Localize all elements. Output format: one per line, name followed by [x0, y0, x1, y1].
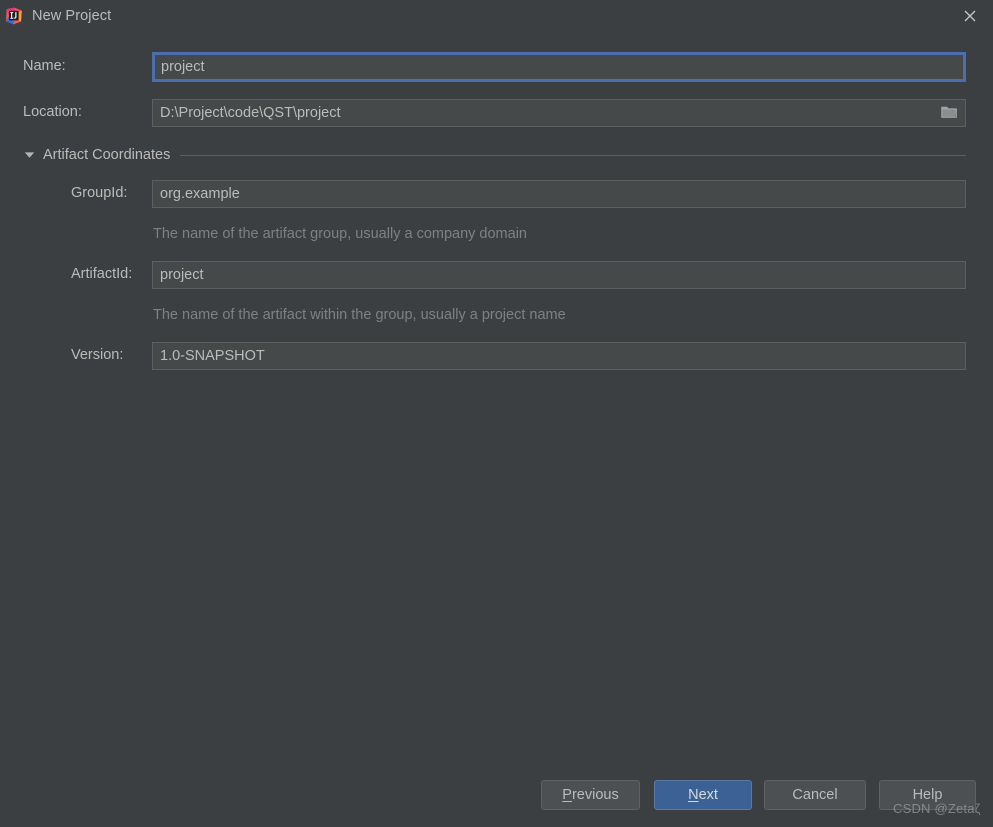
browse-location-button[interactable] — [933, 100, 965, 126]
artifactid-label-row: ArtifactId: — [71, 266, 132, 282]
artifactid-label: ArtifactId: — [71, 266, 133, 282]
close-button[interactable] — [947, 0, 993, 32]
groupid-input[interactable] — [152, 180, 966, 208]
intellij-idea-icon — [5, 7, 23, 25]
groupid-label: GroupId: — [71, 185, 128, 201]
name-label-row: Name: — [23, 58, 66, 74]
version-label: Version: — [71, 347, 124, 363]
version-label-row: Version: — [71, 347, 123, 363]
dialog-button-bar: Previous Next Cancel Help — [0, 772, 993, 827]
groupid-hint: The name of the artifact group, usually … — [153, 226, 527, 242]
location-input[interactable] — [152, 99, 966, 127]
artifact-coordinates-section-header[interactable]: Artifact Coordinates — [23, 146, 966, 164]
folder-icon — [940, 105, 958, 122]
location-label-row: Location: — [23, 104, 82, 120]
artifactid-hint: The name of the artifact within the grou… — [153, 307, 566, 323]
name-label: Name: — [23, 58, 66, 74]
groupid-label-row: GroupId: — [71, 185, 127, 201]
title-bar: New Project — [0, 0, 993, 32]
next-button[interactable]: Next — [654, 780, 752, 810]
help-button[interactable]: Help — [879, 780, 976, 810]
artifact-coordinates-label: Artifact Coordinates — [43, 147, 171, 163]
window-title: New Project — [32, 8, 112, 24]
previous-button-label: Previous — [562, 787, 619, 803]
artifactid-input[interactable] — [152, 261, 966, 289]
section-divider — [180, 154, 966, 156]
name-input[interactable] — [152, 52, 966, 82]
next-button-label: Next — [688, 787, 718, 803]
close-icon — [963, 9, 977, 23]
location-field-wrapper — [152, 99, 966, 127]
cancel-button[interactable]: Cancel — [764, 780, 866, 810]
location-label: Location: — [23, 104, 82, 120]
help-button-label: Help — [912, 787, 943, 803]
chevron-down-icon — [23, 149, 35, 161]
cancel-button-label: Cancel — [792, 787, 838, 803]
previous-button[interactable]: Previous — [541, 780, 640, 810]
version-input[interactable] — [152, 342, 966, 370]
project-settings-form: Name: Location: Artifact Coordinates — [0, 32, 993, 772]
